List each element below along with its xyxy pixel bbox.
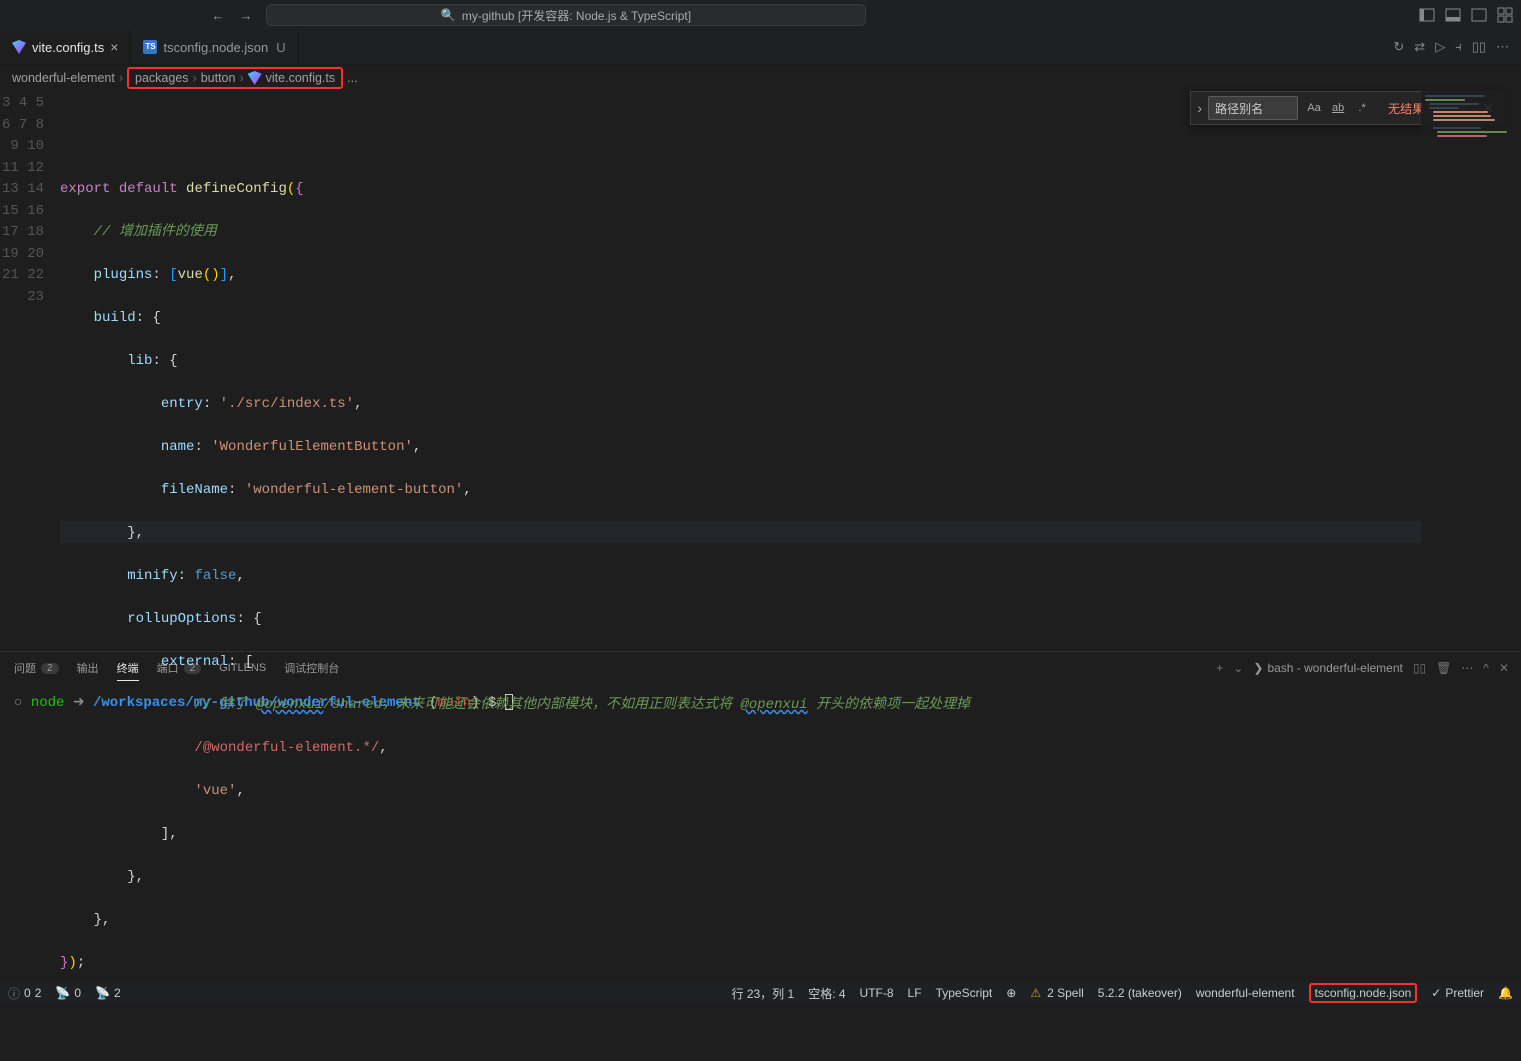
command-center-text: my-github [开发容器: Node.js & TypeScript] <box>462 7 691 24</box>
line-numbers: 3 4 5 6 7 8 9 10 11 12 13 14 15 16 17 18… <box>0 91 60 651</box>
title-bar: ← → 🔍 my-github [开发容器: Node.js & TypeScr… <box>0 0 1521 30</box>
chevron-right-icon: › <box>193 71 197 85</box>
editor[interactable]: 3 4 5 6 7 8 9 10 11 12 13 14 15 16 17 18… <box>0 91 1521 651</box>
problems-badge: 2 <box>41 663 59 674</box>
layout-sidebar-right-icon[interactable] <box>1471 7 1487 23</box>
ts-icon: TS <box>143 40 157 54</box>
chevron-right-icon: › <box>119 71 123 85</box>
status-indent[interactable]: 空格: 4 <box>808 985 845 1002</box>
nav-forward-icon[interactable]: → <box>236 8 256 23</box>
regex-icon[interactable]: .* <box>1352 98 1372 118</box>
status-bell-icon[interactable]: 🔔 <box>1498 986 1513 1000</box>
terminal-dropdown-icon[interactable]: ⌄ <box>1233 661 1243 675</box>
minimap[interactable] <box>1421 91 1521 651</box>
new-terminal-icon[interactable]: + <box>1216 661 1223 675</box>
more-icon[interactable]: ⋯ <box>1461 661 1473 675</box>
close-panel-icon[interactable]: ✕ <box>1499 661 1509 675</box>
maximize-panel-icon[interactable]: ^ <box>1483 661 1489 675</box>
status-eol[interactable]: LF <box>908 986 922 1000</box>
run-icon[interactable]: ▷ <box>1435 39 1445 55</box>
status-tsconfig2[interactable]: tsconfig.node.json <box>1309 983 1418 1003</box>
vite-icon <box>12 40 26 54</box>
match-word-icon[interactable]: ab <box>1328 98 1348 118</box>
kill-terminal-icon[interactable]: 🗑 <box>1436 661 1451 675</box>
tab-vite-config[interactable]: vite.config.ts × <box>0 30 131 64</box>
toggle-replace-icon[interactable]: › <box>1191 100 1208 116</box>
split-terminal-icon[interactable]: ▯▯ <box>1413 661 1426 675</box>
modified-indicator: U <box>276 40 285 55</box>
customize-layout-icon[interactable] <box>1497 7 1513 23</box>
breadcrumb-packages[interactable]: packages <box>135 71 189 85</box>
status-cursor-pos[interactable]: 行 23，列 1 <box>732 985 795 1002</box>
breadcrumb: wonderful-element › packages › button › … <box>0 65 1521 91</box>
status-prettier[interactable]: ✓ Prettier <box>1431 986 1484 1000</box>
search-result-count: 无结果 <box>1388 100 1424 117</box>
split-editor-icon[interactable]: ▯▯ <box>1472 39 1486 55</box>
status-ports[interactable]: 📡 2 <box>95 986 121 1000</box>
timeline-icon[interactable]: ↻ <box>1393 39 1404 55</box>
editor-tabs: vite.config.ts × TS tsconfig.node.json U… <box>0 30 1521 65</box>
tab-problems[interactable]: 问题 2 <box>14 660 59 676</box>
code-content[interactable]: export default defineConfig({ // 增加插件的使用… <box>60 91 1521 651</box>
status-spell[interactable]: 2 Spell <box>1030 986 1083 1000</box>
match-case-icon[interactable]: Aa <box>1304 98 1324 118</box>
nav-back-icon[interactable]: ← <box>208 8 228 23</box>
breadcrumb-button[interactable]: button <box>201 71 236 85</box>
compare-icon[interactable]: ⇄ <box>1414 39 1425 55</box>
vite-icon <box>248 71 262 85</box>
layout-panel-icon[interactable] <box>1445 7 1461 23</box>
status-ts-version[interactable]: 5.2.2 (takeover) <box>1098 986 1182 1000</box>
status-language[interactable]: TypeScript <box>936 986 993 1000</box>
status-bar: ⓘ0 2 📡 0 📡 2 行 23，列 1 空格: 4 UTF-8 LF Typ… <box>0 982 1521 1004</box>
split-icon[interactable]: ⫞ <box>1455 39 1462 55</box>
status-radio[interactable]: 📡 0 <box>55 986 81 1000</box>
breadcrumb-file[interactable]: vite.config.ts <box>266 71 335 85</box>
tab-label: vite.config.ts <box>32 40 104 55</box>
tab-label: tsconfig.node.json <box>163 40 268 55</box>
search-input[interactable] <box>1208 96 1298 120</box>
layout-sidebar-left-icon[interactable] <box>1419 7 1435 23</box>
more-icon[interactable]: ⋯ <box>1496 39 1509 55</box>
breadcrumb-more[interactable]: ... <box>347 71 357 85</box>
command-center[interactable]: 🔍 my-github [开发容器: Node.js & TypeScript] <box>266 4 866 26</box>
close-icon[interactable]: × <box>110 39 118 55</box>
status-copilot[interactable]: ⊕ <box>1006 986 1016 1000</box>
tab-tsconfig[interactable]: TS tsconfig.node.json U <box>131 30 298 64</box>
status-tsconfig1[interactable]: wonderful-element <box>1196 986 1295 1000</box>
status-errors[interactable]: ⓘ0 2 <box>8 985 41 1002</box>
status-encoding[interactable]: UTF-8 <box>860 986 894 1000</box>
chevron-right-icon: › <box>239 71 243 85</box>
breadcrumb-root[interactable]: wonderful-element <box>12 71 115 85</box>
